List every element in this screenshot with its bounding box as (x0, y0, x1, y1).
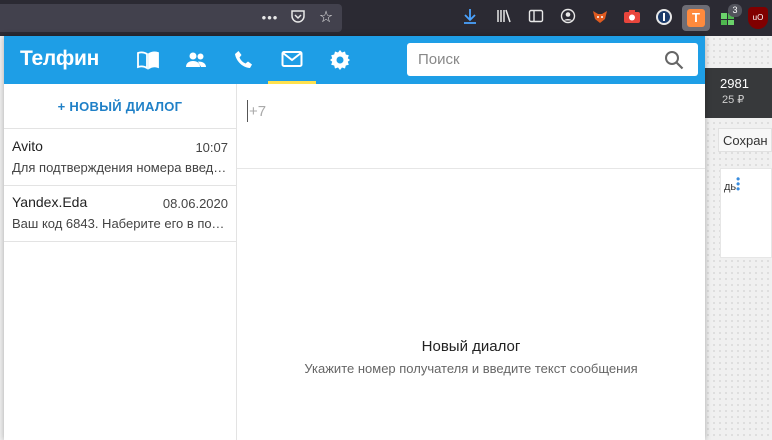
nav-contacts[interactable] (172, 36, 220, 84)
settings-icon (330, 50, 350, 70)
empty-state-title: Новый диалог (421, 338, 521, 355)
divider (237, 168, 705, 169)
app-logo: Телфин (20, 47, 99, 70)
search-icon[interactable] (664, 50, 684, 70)
nav-calls[interactable] (220, 36, 268, 84)
camera-extension-icon[interactable] (622, 8, 642, 28)
search-box (407, 43, 698, 76)
nav-messages[interactable] (268, 36, 316, 84)
telfin-extension-icon[interactable]: T (682, 5, 710, 31)
library-icon[interactable] (494, 8, 514, 28)
account-icon[interactable] (558, 8, 578, 28)
nav-phonebook[interactable] (124, 36, 172, 84)
extension-badge: 3 (728, 4, 742, 17)
fox-extension-icon[interactable] (590, 8, 610, 28)
recipient-phone-input[interactable] (247, 100, 547, 122)
kebab-menu-icon[interactable]: • • • (736, 173, 740, 195)
dialog-time: 10:07 (195, 140, 228, 155)
background-currency: 25 ₽ (722, 94, 745, 106)
contacts-icon (186, 52, 206, 67)
download-icon[interactable] (460, 8, 480, 28)
phone-icon (235, 51, 252, 68)
background-card-text: дь (724, 181, 737, 193)
compose-panel: Новый диалог Укажите номер получателя и … (237, 84, 705, 440)
empty-state-subtitle: Укажите номер получателя и введите текст… (304, 361, 638, 376)
nav-settings[interactable] (316, 36, 364, 84)
dialog-preview: Ваш код 6843. Наберите его в поле ввода. (12, 216, 228, 231)
dialog-item[interactable]: Avito 10:07 Для подтверждения номера вве… (4, 130, 236, 186)
telfin-popup: Телфин + НОВЫЙ ДИАЛОГ Avito 10:07 Для по… (4, 36, 705, 440)
password-extension-icon[interactable] (654, 8, 674, 28)
sidebar-icon[interactable] (526, 8, 546, 28)
browser-toolbar: ••• ☆ T 3 uO (0, 0, 772, 36)
more-dots-icon[interactable]: ••• (260, 8, 280, 28)
dialog-list-panel: + НОВЫЙ ДИАЛОГ Avito 10:07 Для подтвержд… (4, 84, 237, 440)
dialog-item[interactable]: Yandex.Eda 08.06.2020 Ваш код 6843. Набе… (4, 186, 236, 242)
background-save-button[interactable]: Сохран (718, 128, 772, 152)
background-number: 2981 (720, 76, 749, 91)
dialog-name: Yandex.Eda (12, 194, 88, 210)
dialog-preview: Для подтверждения номера введите код (12, 160, 228, 175)
ublock-icon[interactable]: uO (748, 7, 768, 29)
mail-icon (281, 50, 303, 67)
dialog-name: Avito (12, 138, 43, 154)
pocket-icon[interactable] (288, 8, 308, 28)
new-dialog-button[interactable]: + НОВЫЙ ДИАЛОГ (4, 84, 236, 129)
search-input[interactable] (407, 43, 657, 76)
dialog-time: 08.06.2020 (162, 196, 228, 211)
bookmark-star-icon[interactable]: ☆ (316, 8, 336, 28)
book-icon (137, 51, 159, 70)
app-header: Телфин (4, 36, 705, 84)
